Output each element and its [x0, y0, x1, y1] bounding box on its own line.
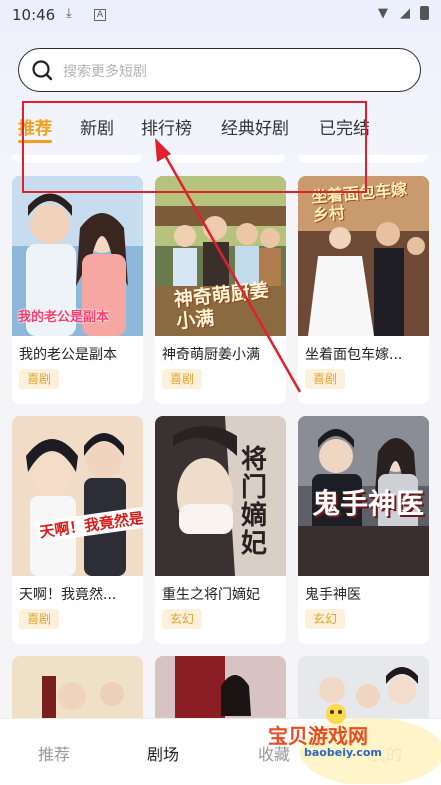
drama-poster [12, 656, 143, 726]
watermark-url: baobeiy.com [300, 746, 386, 759]
status-bar: 10:46 ⤓ A ▼ ◢ [0, 0, 441, 32]
wifi-icon: ▼ [378, 6, 388, 21]
app-notification-icon: A [94, 9, 107, 21]
download-icon: ⤓ [66, 6, 72, 21]
search-bar[interactable]: 搜索更多短剧 [18, 48, 421, 92]
genre-tag: 喜剧 [162, 369, 203, 389]
drama-title: 鬼手神医 [305, 587, 361, 603]
drama-card-partial[interactable] [12, 656, 143, 726]
genre-tag: 喜剧 [19, 369, 60, 389]
drama-card-partial[interactable] [155, 656, 286, 726]
status-time: 10:46 [12, 6, 56, 24]
drama-poster [155, 656, 286, 726]
battery-icon [420, 6, 429, 20]
drama-title: 坐着面包车嫁... [305, 347, 403, 363]
nav-theater[interactable]: 剧场 [147, 741, 179, 765]
poster-title: 鬼手神医 [312, 487, 425, 520]
drama-poster: 天啊！我竟然是炮灰 [12, 416, 143, 576]
search-icon [32, 60, 53, 81]
drama-poster: 鬼手神医 [298, 416, 429, 576]
drama-title: 天啊！我竟然... [19, 587, 117, 603]
drama-title: 神奇萌厨姜小满 [162, 347, 260, 363]
genre-tag: 喜剧 [19, 609, 60, 629]
poster-title: 我的老公是副本 [18, 310, 110, 325]
genre-tag: 喜剧 [305, 369, 346, 389]
nav-recommend[interactable]: 推荐 [38, 741, 70, 765]
drama-title: 我的老公是副本 [19, 347, 117, 363]
drama-card[interactable]: 神奇萌厨姜小满 神奇萌厨姜小满 喜剧 [155, 176, 286, 404]
drama-card[interactable]: 鬼手神医 鬼手神医 玄幻 [298, 416, 429, 644]
drama-card[interactable]: 将门嫡妃 重生之将门嫡妃 玄幻 [155, 416, 286, 644]
watermark-text: 宝贝游戏网 [268, 724, 368, 748]
drama-card[interactable]: 坐着面包车嫁乡村 坐着面包车嫁... 喜剧 [298, 176, 429, 404]
drama-card[interactable]: 天啊！我竟然是炮灰 天啊！我竟然... 喜剧 [12, 416, 143, 644]
drama-poster: 坐着面包车嫁乡村 [298, 176, 429, 336]
drama-title: 重生之将门嫡妃 [162, 587, 260, 603]
poster-title: 将门嫡妃 [241, 445, 268, 559]
drama-poster: 将门嫡妃 [155, 416, 286, 576]
drama-poster: 我的老公是副本 [12, 176, 143, 336]
annotation-highlight-box [22, 101, 367, 193]
search-placeholder: 搜索更多短剧 [63, 64, 147, 80]
signal-icon: ◢ [400, 6, 410, 21]
genre-tag: 玄幻 [305, 609, 346, 629]
genre-tag: 玄幻 [162, 609, 203, 629]
drama-card[interactable]: 我的老公是副本 我的老公是副本 喜剧 [12, 176, 143, 404]
drama-poster: 神奇萌厨姜小满 [155, 176, 286, 336]
